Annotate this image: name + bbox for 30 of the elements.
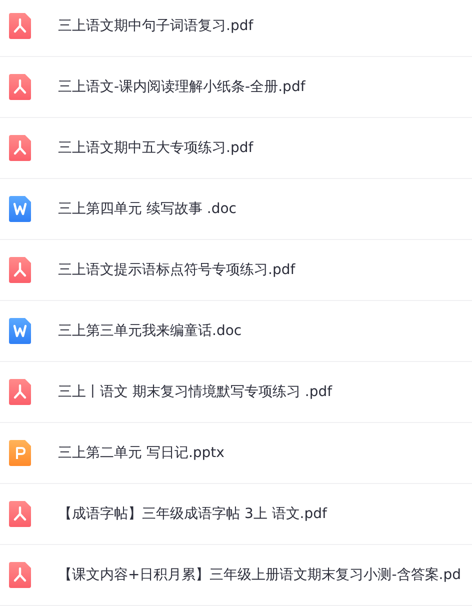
file-row[interactable]: 三上语文期中句子词语复习.pdf	[0, 0, 472, 57]
file-row[interactable]: 三上第二单元 写日记.pptx	[0, 423, 472, 484]
file-name: 三上语文期中句子词语复习.pdf	[58, 17, 254, 35]
pdf-file-icon	[9, 257, 31, 283]
pdf-file-icon	[9, 562, 31, 588]
word-file-icon	[9, 196, 31, 222]
word-file-icon	[9, 318, 31, 344]
file-row[interactable]: 【课文内容+日积月累】三年级上册语文期末复习小测-含答案.pd	[0, 545, 472, 606]
pdf-file-icon	[9, 379, 31, 405]
file-row[interactable]: 三上第三单元我来编童话.doc	[0, 301, 472, 362]
file-row[interactable]: 三上语文提示语标点符号专项练习.pdf	[0, 240, 472, 301]
file-row[interactable]: 三上第四单元 续写故事 .doc	[0, 179, 472, 240]
file-name: 三上第二单元 写日记.pptx	[58, 444, 224, 462]
slides-file-icon	[9, 440, 31, 466]
pdf-file-icon	[9, 501, 31, 527]
file-row[interactable]: 三上语文期中五大专项练习.pdf	[0, 118, 472, 179]
file-name: 三上第三单元我来编童话.doc	[58, 322, 242, 340]
file-name: 三上语文期中五大专项练习.pdf	[58, 139, 254, 157]
file-row[interactable]: 三上丨语文 期末复习情境默写专项练习 .pdf	[0, 362, 472, 423]
file-name: 【课文内容+日积月累】三年级上册语文期末复习小测-含答案.pd	[58, 566, 462, 584]
file-name: 三上第四单元 续写故事 .doc	[58, 200, 236, 218]
file-name: 三上语文提示语标点符号专项练习.pdf	[58, 261, 296, 279]
file-row[interactable]: 三上语文-课内阅读理解小纸条-全册.pdf	[0, 57, 472, 118]
pdf-file-icon	[9, 13, 31, 39]
file-name: 三上语文-课内阅读理解小纸条-全册.pdf	[58, 78, 306, 96]
pdf-file-icon	[9, 74, 31, 100]
pdf-file-icon	[9, 135, 31, 161]
file-row[interactable]: 【成语字帖】三年级成语字帖 3上 语文.pdf	[0, 484, 472, 545]
file-name: 【成语字帖】三年级成语字帖 3上 语文.pdf	[58, 505, 327, 523]
file-name: 三上丨语文 期末复习情境默写专项练习 .pdf	[58, 383, 332, 401]
